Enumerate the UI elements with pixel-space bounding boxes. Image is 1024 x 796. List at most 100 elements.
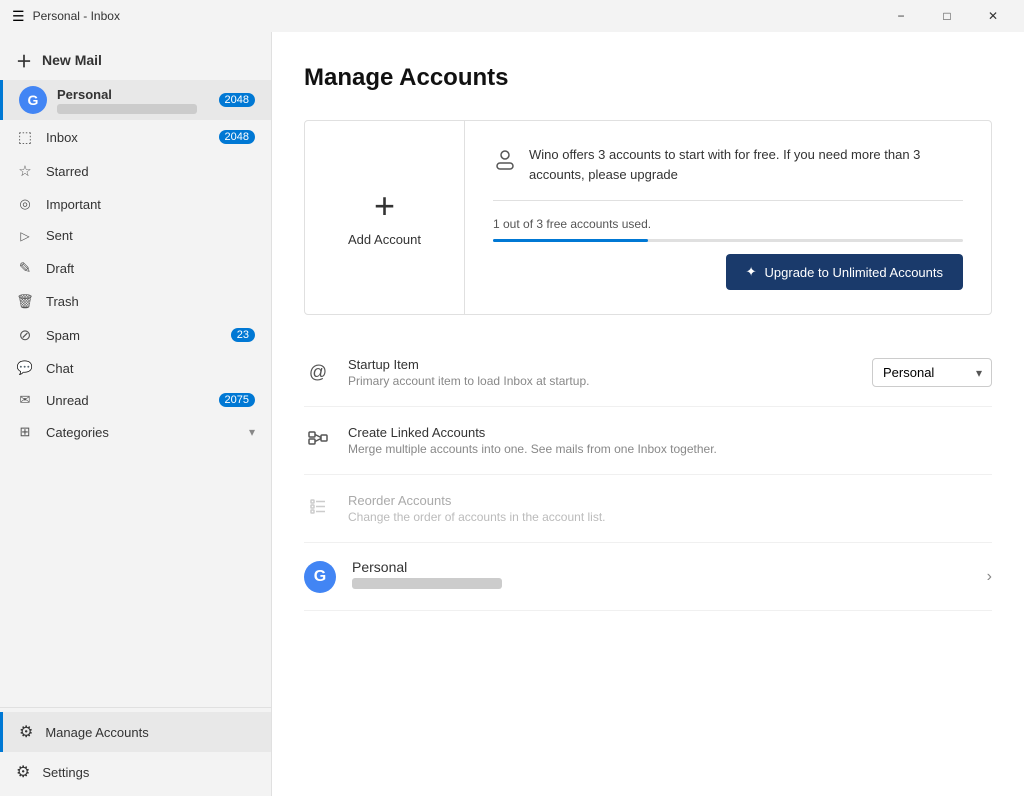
sidebar-bottom: ⚙ Manage Accounts ⚙ Settings — [0, 707, 271, 796]
settings-item[interactable]: ⚙ Settings — [0, 752, 271, 792]
startup-select[interactable]: Personal — [872, 358, 992, 387]
spam-label: Spam — [46, 328, 219, 343]
progress-bar-track — [493, 239, 963, 242]
starred-icon: ☆ — [16, 162, 34, 180]
minimize-button[interactable]: − — [878, 0, 924, 32]
upgrade-button-icon: ✦ — [746, 264, 757, 280]
startup-item-subtitle: Primary account item to load Inbox at st… — [348, 374, 856, 388]
sent-label: Sent — [46, 228, 255, 243]
account-item[interactable]: G Personal 2048 — [0, 80, 271, 120]
chat-label: Chat — [46, 361, 255, 376]
manage-accounts-item[interactable]: ⚙ Manage Accounts — [0, 712, 271, 752]
upgrade-person-icon — [493, 147, 517, 177]
page-title: Manage Accounts — [304, 64, 992, 92]
trash-icon: 🗑 — [16, 293, 34, 310]
reorder-accounts-icon — [304, 496, 332, 521]
hamburger-icon[interactable]: ☰ — [12, 8, 25, 25]
inbox-icon: ⬚ — [16, 128, 34, 146]
categories-expand-icon: ▾ — [249, 425, 255, 439]
draft-label: Draft — [46, 261, 255, 276]
manage-accounts-label: Manage Accounts — [45, 725, 148, 740]
close-button[interactable]: ✕ — [970, 0, 1016, 32]
spam-icon: ⊘ — [16, 326, 34, 344]
sidebar-item-starred[interactable]: ☆ Starred — [0, 154, 271, 188]
account-name: Personal — [57, 87, 209, 102]
unread-icon: ✉ — [16, 392, 34, 408]
upgrade-header: Wino offers 3 accounts to start with for… — [493, 145, 963, 184]
sidebar-item-categories[interactable]: ⊞ Categories ▾ — [0, 416, 271, 448]
sidebar-item-sent[interactable]: ▷ Sent — [0, 220, 271, 251]
main-content: Manage Accounts + Add Account Wino offe — [272, 32, 1024, 796]
sent-icon: ▷ — [16, 229, 34, 243]
categories-icon: ⊞ — [16, 424, 34, 440]
chevron-right-icon: › — [987, 568, 992, 586]
startup-item-content: Startup Item Primary account item to loa… — [348, 357, 856, 388]
account-email-blur — [57, 104, 197, 114]
create-linked-content: Create Linked Accounts Merge multiple ac… — [348, 425, 992, 456]
personal-account-name: Personal — [352, 559, 971, 575]
sidebar: ＋ New Mail G Personal 2048 ⬚ Inbox 2048 … — [0, 32, 272, 796]
personal-account-email-blur — [352, 578, 502, 589]
top-panel: + Add Account Wino offers 3 accounts to … — [304, 120, 992, 315]
personal-account-info: Personal — [352, 559, 971, 594]
account-info: Personal — [57, 87, 209, 114]
manage-accounts-icon: ⚙ — [19, 722, 33, 742]
maximize-button[interactable]: □ — [924, 0, 970, 32]
startup-select-wrapper[interactable]: Personal — [872, 358, 992, 387]
account-badge: 2048 — [219, 93, 255, 107]
progress-section: 1 out of 3 free accounts used. — [493, 217, 963, 242]
reorder-accounts-title: Reorder Accounts — [348, 493, 992, 508]
create-linked-row[interactable]: Create Linked Accounts Merge multiple ac… — [304, 407, 992, 475]
new-mail-label: New Mail — [42, 52, 102, 68]
add-icon: + — [374, 188, 395, 224]
sidebar-item-spam[interactable]: ⊘ Spam 23 — [0, 318, 271, 352]
spam-badge: 23 — [231, 328, 255, 342]
settings-icon: ⚙ — [16, 762, 30, 782]
sidebar-item-important[interactable]: ◎ Important — [0, 188, 271, 220]
sidebar-item-draft[interactable]: ✎ Draft — [0, 251, 271, 285]
new-mail-button[interactable]: ＋ New Mail — [0, 40, 271, 80]
unread-label: Unread — [46, 393, 207, 408]
app-body: ＋ New Mail G Personal 2048 ⬚ Inbox 2048 … — [0, 32, 1024, 796]
startup-item-row[interactable]: @ Startup Item Primary account item to l… — [304, 339, 992, 407]
startup-item-title: Startup Item — [348, 357, 856, 372]
reorder-accounts-subtitle: Change the order of accounts in the acco… — [348, 510, 992, 524]
reorder-accounts-content: Reorder Accounts Change the order of acc… — [348, 493, 992, 524]
sidebar-item-trash[interactable]: 🗑 Trash — [0, 285, 271, 318]
starred-label: Starred — [46, 164, 255, 179]
avatar: G — [19, 86, 47, 114]
add-account-label: Add Account — [348, 232, 421, 247]
draft-icon: ✎ — [16, 259, 34, 277]
sidebar-top: ＋ New Mail G Personal 2048 ⬚ Inbox 2048 … — [0, 32, 271, 452]
sidebar-item-chat[interactable]: 💬 Chat — [0, 352, 271, 384]
progress-bar-fill — [493, 239, 648, 242]
titlebar: ☰ Personal - Inbox − □ ✕ — [0, 0, 1024, 32]
settings-label: Settings — [42, 765, 89, 780]
reorder-accounts-row: Reorder Accounts Change the order of acc… — [304, 475, 992, 543]
upgrade-divider — [493, 200, 963, 201]
upgrade-description: Wino offers 3 accounts to start with for… — [529, 145, 963, 184]
titlebar-title: Personal - Inbox — [33, 9, 120, 23]
create-linked-title: Create Linked Accounts — [348, 425, 992, 440]
chat-icon: 💬 — [16, 360, 34, 376]
sidebar-item-inbox[interactable]: ⬚ Inbox 2048 — [0, 120, 271, 154]
important-label: Important — [46, 197, 255, 212]
trash-label: Trash — [46, 294, 255, 309]
startup-item-icon: @ — [304, 362, 332, 383]
upgrade-box: Wino offers 3 accounts to start with for… — [465, 121, 991, 314]
sidebar-item-unread[interactable]: ✉ Unread 2075 — [0, 384, 271, 416]
important-icon: ◎ — [16, 196, 34, 212]
titlebar-controls: − □ ✕ — [878, 0, 1016, 32]
progress-label: 1 out of 3 free accounts used. — [493, 217, 963, 231]
upgrade-button-label: Upgrade to Unlimited Accounts — [765, 265, 943, 280]
personal-account-avatar: G — [304, 561, 336, 593]
add-account-box[interactable]: + Add Account — [305, 121, 465, 314]
personal-account-row[interactable]: G Personal › — [304, 543, 992, 611]
unread-badge: 2075 — [219, 393, 255, 407]
inbox-badge: 2048 — [219, 130, 255, 144]
upgrade-button[interactable]: ✦ Upgrade to Unlimited Accounts — [726, 254, 963, 290]
new-mail-icon: ＋ — [16, 48, 32, 72]
create-linked-subtitle: Merge multiple accounts into one. See ma… — [348, 442, 992, 456]
categories-label: Categories — [46, 425, 237, 440]
titlebar-left: ☰ Personal - Inbox — [12, 8, 120, 25]
